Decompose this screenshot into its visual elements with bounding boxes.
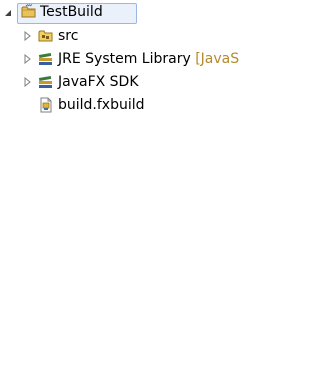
tree-item-testbuild[interactable]: TestBuild (0, 2, 243, 24)
package-folder-icon (38, 28, 54, 44)
library-icon (38, 51, 54, 67)
tree-item-label: TestBuild (40, 4, 103, 20)
folder-project-icon (21, 4, 37, 20)
tree-item-label: JavaFX SDK (58, 74, 139, 90)
fxbuild-file-icon (38, 97, 54, 113)
collapsed-triangle-icon[interactable] (23, 77, 33, 87)
tree-item-label: build.fxbuild (58, 97, 145, 113)
tree-item-build-fxbuild[interactable]: build.fxbuild (0, 94, 243, 116)
tree-item-jre-system-library[interactable]: JRE System Library [JavaS (0, 48, 243, 70)
project-explorer-tree[interactable]: TestBuild src JRE System Library [JavaS … (0, 0, 243, 367)
collapsed-triangle-icon[interactable] (23, 54, 33, 64)
tree-item-javafx-sdk[interactable]: JavaFX SDK (0, 71, 243, 93)
expanded-triangle-icon[interactable] (3, 8, 13, 18)
tree-item-label-wrap: JRE System Library [JavaS (58, 50, 239, 68)
tree-item-src[interactable]: src (0, 25, 243, 47)
tree-item-decoration: [JavaS (195, 51, 240, 67)
tree-item-label: src (58, 28, 79, 44)
collapsed-triangle-icon[interactable] (23, 31, 33, 41)
library-icon (38, 74, 54, 90)
tree-item-label: JRE System Library (58, 51, 191, 67)
